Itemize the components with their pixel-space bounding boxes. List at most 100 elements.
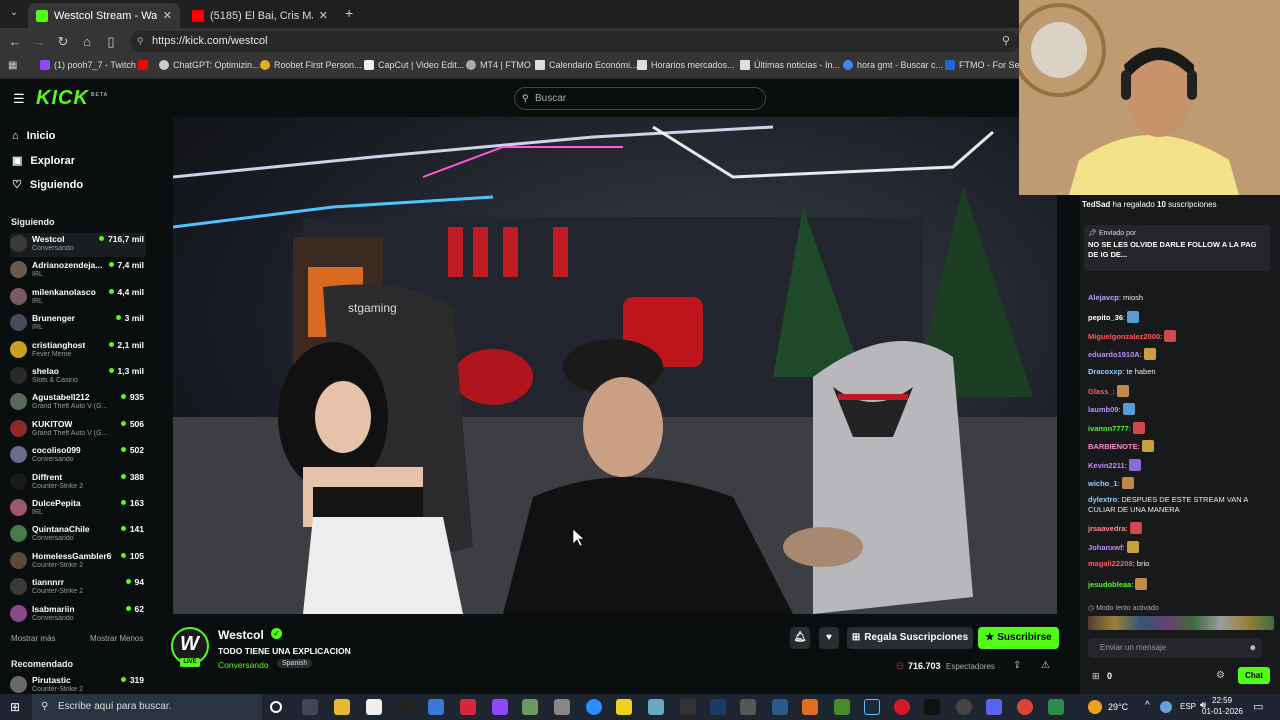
weather-temp[interactable]: 29°C	[1108, 702, 1128, 712]
notification-icon[interactable]: ▭	[1253, 700, 1263, 713]
sidebar-channel[interactable]: Agustabell212 Grand Theft Auto V (G... 935	[10, 391, 146, 415]
app-icon[interactable]	[1048, 699, 1064, 715]
taskbar-search[interactable]: ⚲ Escribe aquí para buscar.	[32, 694, 262, 720]
menu-icon[interactable]: ☰	[13, 91, 25, 107]
app-icon[interactable]	[428, 699, 444, 715]
chat-input[interactable]: Enviar un mensaje ☻	[1088, 638, 1262, 658]
app-icon[interactable]	[522, 699, 538, 715]
bookmark-item[interactable]: Últimas noticias - In...	[740, 60, 840, 70]
chat-username[interactable]: eduardo1910A	[1088, 350, 1140, 359]
chat-send-button[interactable]: Chat	[1238, 667, 1270, 684]
app-icon[interactable]	[648, 699, 664, 715]
tab-westcol[interactable]: Westcol Stream - Watch Live ✕	[28, 3, 180, 28]
chat-username[interactable]: magali22208	[1088, 559, 1133, 568]
kick-logo[interactable]: KICK BETA	[36, 87, 108, 110]
chat-username[interactable]: jrsaavedra	[1088, 524, 1126, 533]
opera-icon[interactable]	[894, 699, 910, 715]
tray-chevron-icon[interactable]: ^	[1145, 700, 1150, 711]
cortana-icon[interactable]	[270, 701, 282, 713]
reload-icon[interactable]: ↻	[55, 34, 71, 50]
clock-time[interactable]: 22:59	[1212, 696, 1232, 705]
weather-icon[interactable]	[1088, 700, 1102, 714]
discord-icon[interactable]	[986, 699, 1002, 715]
chat-username[interactable]: BARBIENOTE	[1088, 442, 1138, 451]
sidebar-channel[interactable]: shelao Slots & Casino 1,3 mil	[10, 365, 146, 389]
chat-username[interactable]: Dracoxxp	[1088, 367, 1122, 376]
minecraft-icon[interactable]	[834, 699, 850, 715]
app-icon[interactable]	[616, 699, 632, 715]
sidebar-channel[interactable]: milenkanolasco IRL 4,4 mil	[10, 286, 146, 310]
windows-start-icon[interactable]: ⊞	[10, 700, 20, 714]
gift-subs-button[interactable]: ⊞ Regala Suscripciones	[847, 627, 973, 649]
bookmark-item[interactable]: ChatGPT: Optimizin...	[159, 60, 260, 70]
bookmark-item[interactable]: (1) pooh7_7 - Twitch	[40, 60, 136, 70]
chat-username[interactable]: wicho_1	[1088, 479, 1118, 488]
input-language[interactable]: ESP	[1180, 702, 1196, 711]
notepad-icon[interactable]	[366, 699, 382, 715]
search-input[interactable]: ⚲ Buscar	[514, 87, 766, 110]
twitch-icon[interactable]	[492, 699, 508, 715]
stream-category[interactable]: Conversando	[218, 660, 269, 670]
tab-close-icon[interactable]: ✕	[319, 9, 328, 22]
tab-search-icon[interactable]: ⌄	[7, 7, 21, 21]
chat-username[interactable]: ivannn7777	[1088, 424, 1129, 433]
sidebar-channel[interactable]: cocoliso099 Conversando 502	[10, 444, 146, 468]
sidebar-channel[interactable]: Adrianozendeja... IRL 7,4 mil	[10, 259, 146, 283]
chat-username[interactable]: Alejavcp	[1088, 293, 1119, 302]
sidebar-channel[interactable]: Westcol Conversando 716,7 mil	[10, 233, 146, 257]
site-info-icon[interactable]: ⚲	[137, 31, 144, 52]
report-icon[interactable]: ⚠	[1041, 660, 1050, 671]
app-icon[interactable]	[460, 699, 476, 715]
sidebar-channel[interactable]: DulcePepita IRL 163	[10, 497, 146, 521]
pinned-message[interactable]: 📌︎ Enviado por NO SE LES OLVIDE DARLE FO…	[1084, 225, 1270, 271]
bookmark-item[interactable]: CapCut | Video Edit...	[364, 60, 464, 70]
show-more-link[interactable]: Mostrar más	[11, 634, 55, 643]
file-explorer-icon[interactable]	[334, 699, 350, 715]
nav-siguiendo[interactable]: ♡ Siguiendo	[12, 178, 83, 192]
zoom-icon[interactable]: ⚲	[998, 34, 1014, 47]
tiktok-icon[interactable]	[924, 699, 940, 715]
sidebar-channel[interactable]: Diffrent Counter-Strike 2 388	[10, 471, 146, 495]
app-icon[interactable]	[802, 699, 818, 715]
emoji-icon[interactable]: ☻	[1249, 638, 1257, 658]
bookmark-item[interactable]: Calendario Económi...	[535, 60, 638, 70]
url-field[interactable]: ⚲ https://kick.com/westcol	[130, 31, 1020, 52]
sidebar-channel[interactable]: KUKITOW Grand Theft Auto V (G... 506	[10, 418, 146, 442]
bookmark-item[interactable]: hora gmt - Buscar c...	[843, 60, 943, 70]
chat-username[interactable]: laumb09	[1088, 405, 1118, 414]
sidebar-channel[interactable]: Brunenger IRL 3 mil	[10, 312, 146, 336]
tab-youtube[interactable]: (5185) El Bai, Cris MJ - Pensánd ✕	[184, 3, 336, 28]
nav-explorar[interactable]: ▣ Explorar	[12, 154, 75, 168]
points-icon[interactable]: ⊞	[1092, 671, 1100, 682]
sidebar-channel[interactable]: QuintanaChile Conversando 141	[10, 523, 146, 547]
chat-username[interactable]: jesudobleaa	[1088, 580, 1131, 589]
chat-settings-icon[interactable]: ⚙	[1216, 670, 1225, 681]
emote-bar[interactable]	[1088, 616, 1274, 630]
bookmark-item[interactable]	[138, 60, 148, 70]
bookmark-item[interactable]: Horarios mercados...	[637, 60, 735, 70]
split-view-icon[interactable]: ▯	[103, 34, 119, 50]
app-icon[interactable]	[680, 699, 696, 715]
chrome-icon[interactable]	[1017, 699, 1033, 715]
chat-username[interactable]: Johanxwf	[1088, 543, 1123, 552]
app-icon[interactable]	[554, 699, 570, 715]
chat-username[interactable]: pepito_36	[1088, 313, 1123, 322]
new-tab-icon[interactable]: +	[345, 5, 353, 21]
language-tag[interactable]: Spanish	[277, 659, 313, 668]
sidebar-channel[interactable]: cristianghost Fever Meme 2,1 mil	[10, 339, 146, 363]
nav-inicio[interactable]: ⌂ Inicio	[12, 130, 55, 142]
video-player[interactable]: stgaming	[173, 117, 1057, 614]
bookmark-item[interactable]: Roobet First Person...	[260, 60, 362, 70]
bookmark-item[interactable]: FTMO - For Serio	[945, 60, 1030, 70]
steam-icon[interactable]	[864, 699, 880, 715]
share-icon[interactable]: ⇪	[1013, 660, 1021, 671]
tab-close-icon[interactable]: ✕	[163, 9, 172, 22]
chat-username[interactable]: Kevin2211	[1088, 461, 1125, 470]
network-icon[interactable]	[1160, 701, 1172, 713]
clock-date[interactable]: 01-01-2026	[1202, 707, 1243, 716]
chat-username[interactable]: dylextro	[1088, 495, 1117, 504]
bookmark-item[interactable]: MT4 | FTMO	[466, 60, 531, 70]
sidebar-channel[interactable]: tiannnrr Counter-Strike 2 94	[10, 576, 146, 600]
subscribe-button[interactable]: ★ Suscribirse	[978, 627, 1059, 649]
sidebar-channel[interactable]: HomelessGambler69 Counter-Strike 2 105	[10, 550, 146, 574]
